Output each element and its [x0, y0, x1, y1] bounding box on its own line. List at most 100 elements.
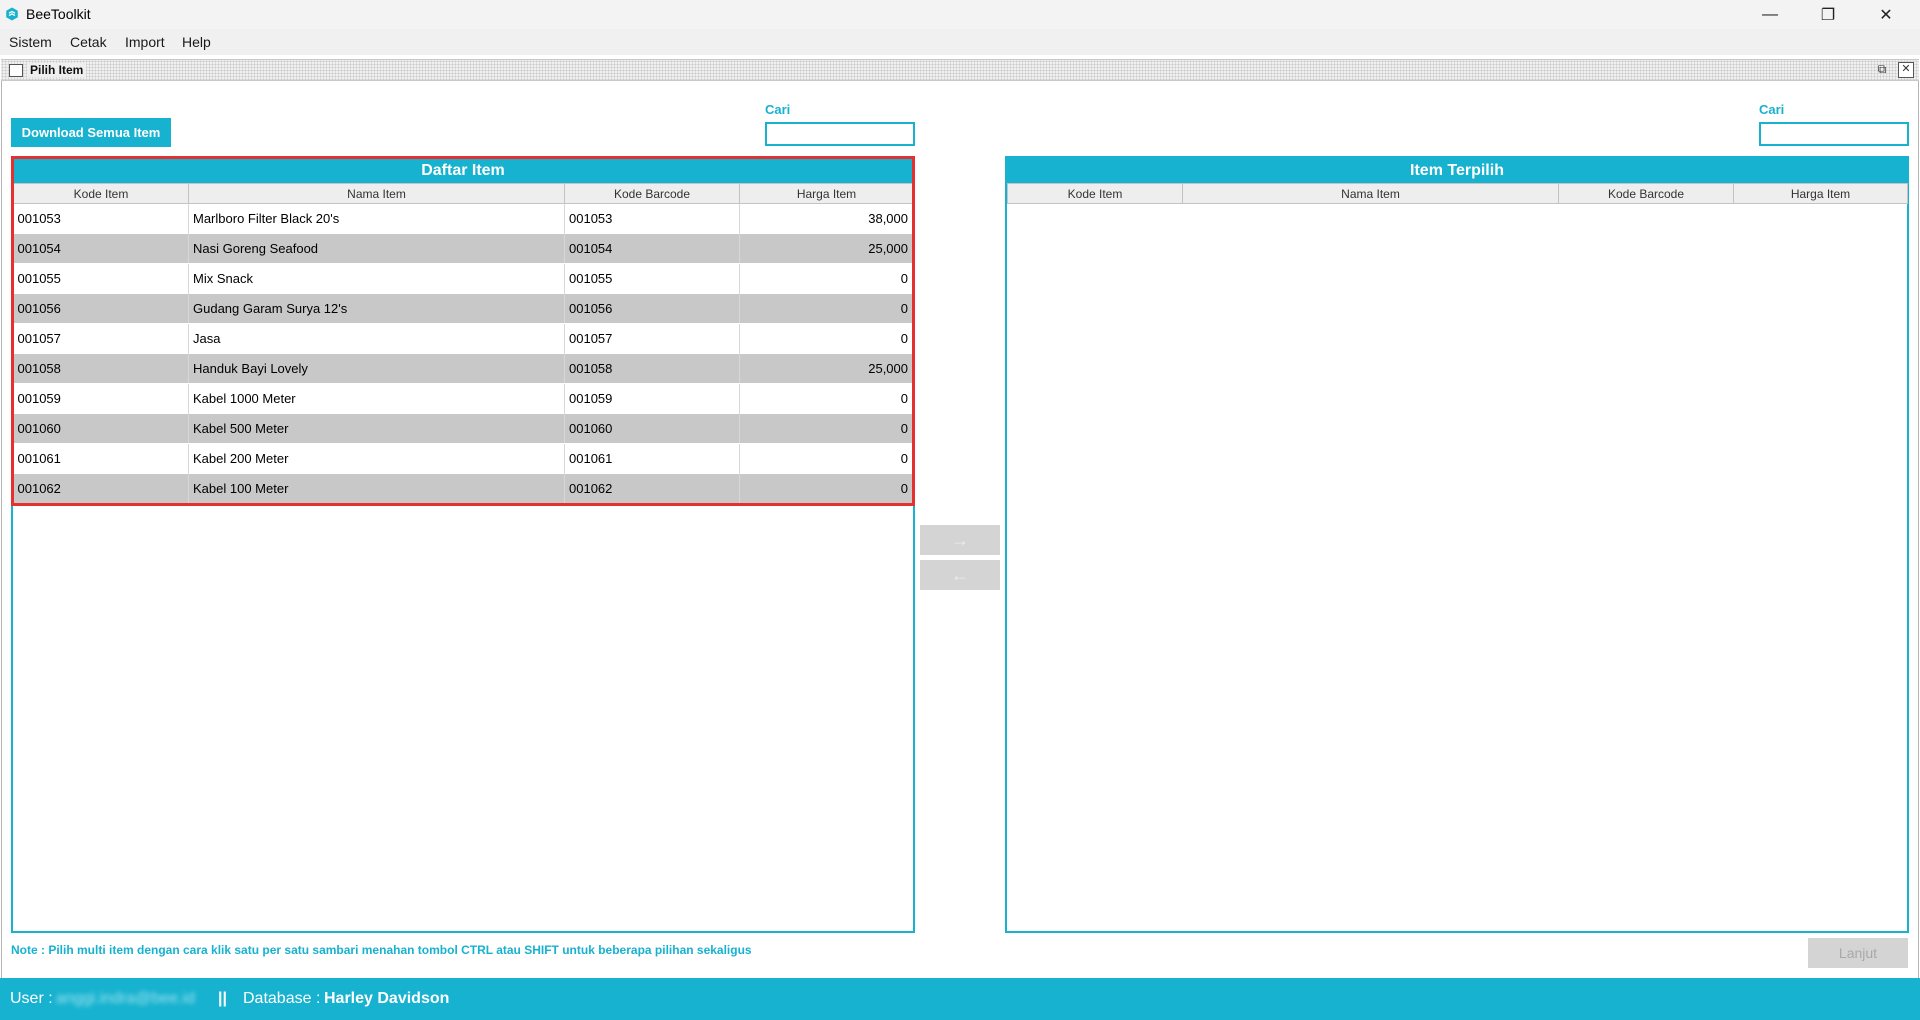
frame-close-button[interactable]: ✕: [1898, 62, 1914, 78]
col-kode-item[interactable]: Kode Item: [1007, 183, 1183, 204]
cell-kode-barcode: 001059: [564, 383, 740, 414]
frame-window-icon: [9, 64, 23, 77]
cell-kode-barcode: 001062: [564, 473, 740, 504]
cell-kode-item: 001057: [13, 323, 189, 354]
col-nama-item[interactable]: Nama Item: [1182, 183, 1559, 204]
table-row[interactable]: 001057 Jasa 001057 0: [13, 323, 914, 354]
item-terpilih-title: Item Terpilih: [1007, 158, 1907, 183]
cell-kode-item: 001061: [13, 443, 189, 474]
table-row[interactable]: 001053 Marlboro Filter Black 20's 001053…: [13, 203, 914, 234]
lanjut-button[interactable]: Lanjut: [1808, 938, 1908, 968]
col-kode-barcode[interactable]: Kode Barcode: [1558, 183, 1734, 204]
cell-harga-item: 38,000: [739, 203, 914, 234]
cell-nama-item: Kabel 500 Meter: [188, 413, 565, 444]
menu-cetak[interactable]: Cetak: [70, 34, 107, 50]
table-row[interactable]: 001059 Kabel 1000 Meter 001059 0: [13, 383, 914, 414]
database-label: Database :: [243, 990, 321, 1007]
arrow-left-icon: ←: [951, 565, 969, 585]
minimize-icon: —: [1762, 5, 1778, 23]
daftar-item-table: Kode Item Nama Item Kode Barcode Harga I…: [13, 183, 914, 504]
cell-harga-item: 0: [739, 323, 914, 354]
col-harga-item[interactable]: Harga Item: [1733, 183, 1908, 204]
cell-nama-item: Kabel 200 Meter: [188, 443, 565, 474]
bee-logo-icon: [6, 7, 18, 21]
title-bar: BeeToolkit — ❐ ✕: [0, 0, 1920, 29]
table-row[interactable]: 001060 Kabel 500 Meter 001060 0: [13, 413, 914, 444]
user-label: User :: [10, 990, 53, 1007]
search-right-input[interactable]: [1759, 122, 1909, 146]
close-window-button[interactable]: ✕: [1857, 0, 1915, 29]
daftar-item-title: Daftar Item: [13, 158, 913, 183]
multi-select-note: Note : Pilih multi item dengan cara klik…: [11, 943, 752, 957]
daftar-item-panel: Daftar Item Kode Item Nama Item Kode Bar…: [11, 156, 915, 933]
cell-harga-item: 0: [739, 293, 914, 324]
col-harga-item[interactable]: Harga Item: [739, 183, 914, 204]
internal-frame-header[interactable]: Pilih Item ⧉ ✕: [1, 59, 1919, 81]
cell-kode-barcode: 001058: [564, 353, 740, 384]
cell-kode-item: 001055: [13, 263, 189, 294]
minimize-button[interactable]: —: [1741, 0, 1799, 29]
col-kode-item[interactable]: Kode Item: [13, 183, 189, 204]
col-kode-barcode[interactable]: Kode Barcode: [564, 183, 740, 204]
cell-kode-item: 001059: [13, 383, 189, 414]
cell-kode-item: 001062: [13, 473, 189, 504]
app-title: BeeToolkit: [26, 6, 91, 22]
menu-bar: Sistem Cetak Import Help: [0, 29, 1920, 55]
menu-import[interactable]: Import: [125, 34, 165, 50]
cell-kode-barcode: 001054: [564, 233, 740, 264]
cell-harga-item: 0: [739, 473, 914, 504]
cell-harga-item: 0: [739, 383, 914, 414]
item-terpilih-panel: Item Terpilih Kode Item Nama Item Kode B…: [1005, 156, 1909, 933]
search-right-label: Cari: [1759, 102, 1785, 117]
status-bar: User : anggi.indra@bee.id || Database : …: [0, 978, 1920, 1020]
cell-nama-item: Marlboro Filter Black 20's: [188, 203, 565, 234]
user-value: anggi.indra@bee.id: [56, 990, 196, 1007]
frame-title: Pilih Item: [27, 63, 87, 77]
maximize-button[interactable]: ❐: [1799, 0, 1857, 29]
cell-kode-barcode: 001061: [564, 443, 740, 474]
search-left-label: Cari: [765, 102, 791, 117]
col-nama-item[interactable]: Nama Item: [188, 183, 565, 204]
cell-kode-barcode: 001053: [564, 203, 740, 234]
cell-nama-item: Nasi Goreng Seafood: [188, 233, 565, 264]
cell-kode-barcode: 001060: [564, 413, 740, 444]
cell-harga-item: 0: [739, 413, 914, 444]
status-separator: ||: [218, 990, 227, 1007]
cell-nama-item: Kabel 1000 Meter: [188, 383, 565, 414]
cell-nama-item: Jasa: [188, 323, 565, 354]
database-value: Harley Davidson: [324, 990, 450, 1007]
table-row[interactable]: 001054 Nasi Goreng Seafood 001054 25,000: [13, 233, 914, 264]
menu-help[interactable]: Help: [182, 34, 211, 50]
cell-kode-item: 001060: [13, 413, 189, 444]
restore-icon: ❐: [1820, 6, 1836, 24]
cell-nama-item: Gudang Garam Surya 12's: [188, 293, 565, 324]
arrow-right-icon: →: [951, 530, 969, 550]
cell-harga-item: 25,000: [739, 353, 914, 384]
remove-selected-button[interactable]: ←: [920, 560, 1000, 590]
menu-sistem[interactable]: Sistem: [9, 34, 52, 50]
cell-nama-item: Kabel 100 Meter: [188, 473, 565, 504]
cell-kode-barcode: 001057: [564, 323, 740, 354]
cell-kode-item: 001058: [13, 353, 189, 384]
add-selected-button[interactable]: →: [920, 525, 1000, 555]
cell-nama-item: Handuk Bayi Lovely: [188, 353, 565, 384]
table-row[interactable]: 001058 Handuk Bayi Lovely 001058 25,000: [13, 353, 914, 384]
frame-restore-button[interactable]: ⧉: [1874, 62, 1890, 78]
cell-kode-barcode: 001056: [564, 293, 740, 324]
download-all-items-button[interactable]: Download Semua Item: [11, 118, 171, 147]
close-icon: ✕: [1879, 6, 1893, 24]
cell-harga-item: 0: [739, 263, 914, 294]
table-row[interactable]: 001055 Mix Snack 001055 0: [13, 263, 914, 294]
cell-kode-item: 001053: [13, 203, 189, 234]
cell-nama-item: Mix Snack: [188, 263, 565, 294]
search-left-input[interactable]: [765, 122, 915, 146]
cell-kode-item: 001056: [13, 293, 189, 324]
table-row[interactable]: 001062 Kabel 100 Meter 001062 0: [13, 473, 914, 504]
table-row[interactable]: 001061 Kabel 200 Meter 001061 0: [13, 443, 914, 474]
table-row[interactable]: 001056 Gudang Garam Surya 12's 001056 0: [13, 293, 914, 324]
cell-harga-item: 0: [739, 443, 914, 474]
cell-kode-item: 001054: [13, 233, 189, 264]
item-terpilih-table: Kode Item Nama Item Kode Barcode Harga I…: [1007, 183, 1908, 204]
cell-kode-barcode: 001055: [564, 263, 740, 294]
cell-harga-item: 25,000: [739, 233, 914, 264]
